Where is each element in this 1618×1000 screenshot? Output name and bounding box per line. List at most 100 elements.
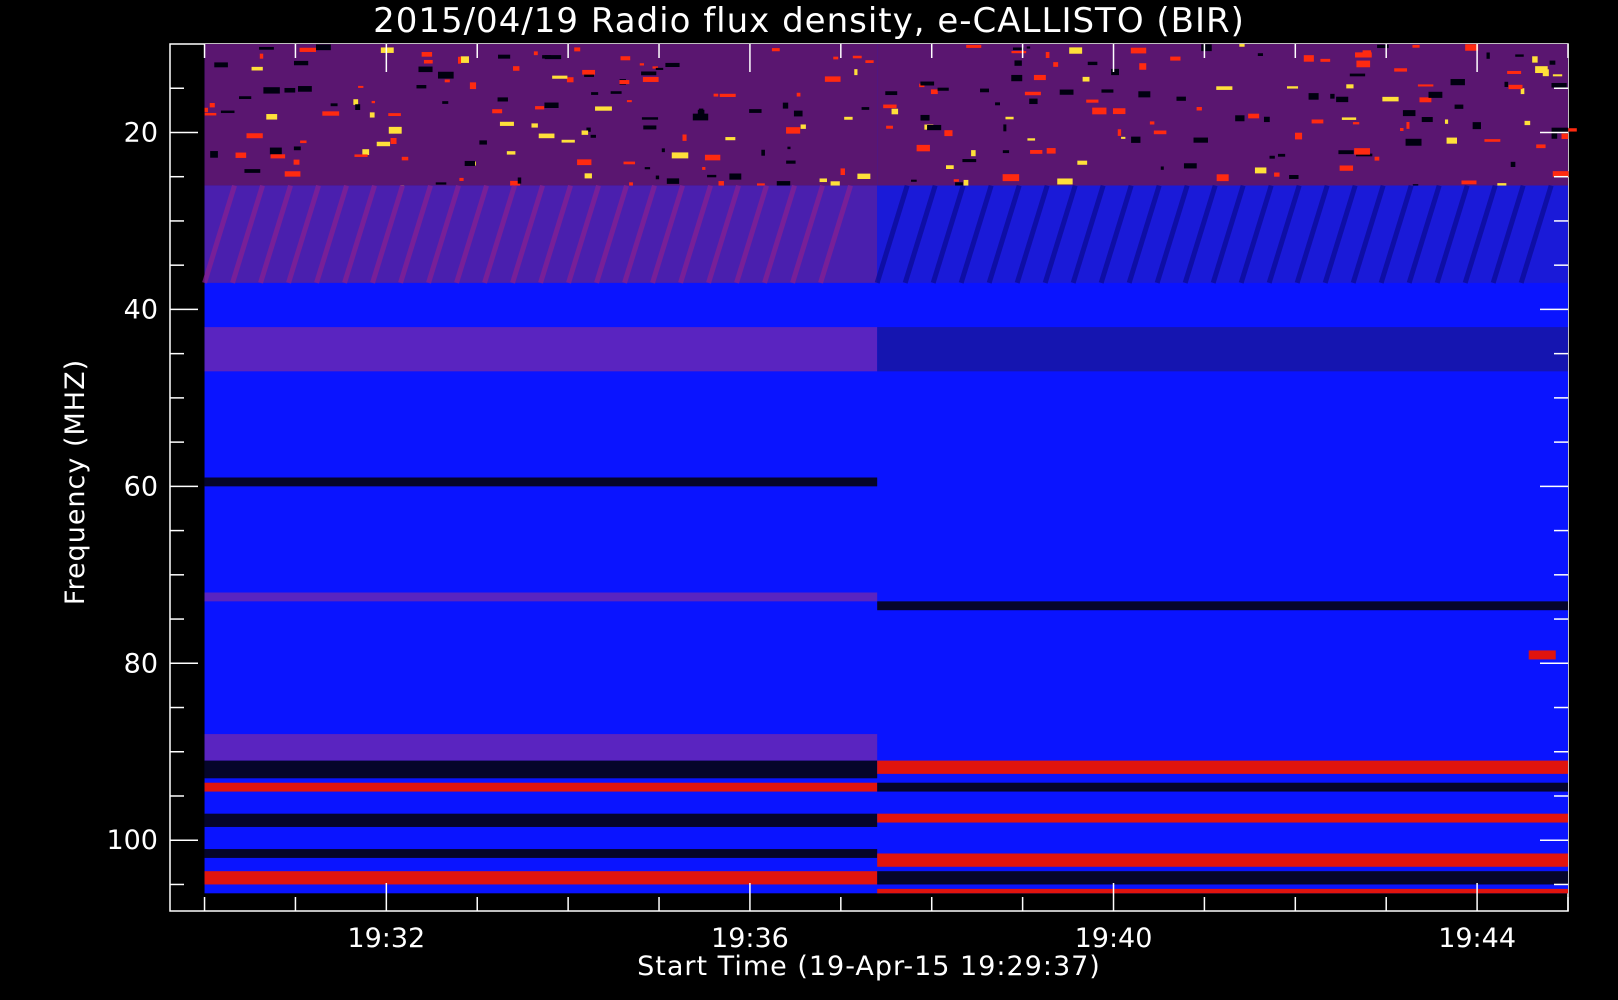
heatmap-burst — [369, 112, 375, 118]
heatmap-burst — [1352, 122, 1360, 125]
heatmap-burst — [911, 179, 917, 182]
heatmap-burst — [1400, 127, 1404, 131]
heatmap-burst — [284, 171, 301, 177]
heatmap-burst — [506, 151, 516, 155]
heatmap-band — [877, 888, 1568, 894]
heatmap-burst — [1149, 121, 1155, 125]
heatmap-burst — [1086, 99, 1099, 103]
heatmap-burst — [1117, 129, 1122, 136]
heatmap-burst — [293, 146, 301, 151]
heatmap-burst — [388, 113, 401, 117]
heatmap-burst — [1193, 137, 1208, 143]
heatmap-band — [204, 592, 878, 602]
heatmap-burst — [214, 62, 228, 68]
heatmap-burst — [1257, 53, 1263, 57]
heatmap-burst — [479, 140, 487, 145]
heatmap-burst — [577, 159, 592, 166]
heatmap-burst — [1101, 89, 1114, 93]
heatmap-burst — [581, 130, 589, 135]
heatmap-burst — [1196, 107, 1202, 111]
heatmap-burst — [210, 151, 218, 158]
heatmap-burst — [1419, 97, 1432, 103]
heatmap-burst — [1405, 138, 1422, 146]
heatmap-burst — [469, 82, 477, 90]
heatmap-band — [877, 871, 1568, 885]
heatmap-burst — [595, 106, 612, 111]
heatmap-burst — [220, 110, 235, 114]
heatmap-burst — [1504, 81, 1509, 87]
heatmap-burst — [1551, 82, 1567, 88]
heatmap-burst — [852, 55, 862, 59]
heatmap-burst — [953, 179, 959, 182]
heatmap-burst — [1005, 116, 1014, 120]
heatmap-burst — [1406, 122, 1410, 129]
heatmap-burst — [1235, 115, 1245, 122]
heatmap-spot — [1528, 650, 1556, 660]
heatmap-burst — [643, 125, 657, 130]
heatmap-burst — [725, 137, 736, 141]
heatmap-burst — [460, 56, 469, 63]
heatmap-burst — [920, 114, 930, 121]
heatmap-burst — [610, 91, 622, 94]
heatmap-burst — [246, 133, 263, 139]
heatmap-band — [204, 782, 878, 792]
heatmap-burst — [840, 168, 845, 176]
heatmap-burst — [204, 112, 217, 116]
heatmap-band — [204, 734, 878, 761]
heatmap-burst — [682, 134, 687, 141]
heatmap-burst — [582, 69, 596, 75]
heatmap-burst — [771, 48, 780, 52]
heatmap-burst — [1014, 60, 1022, 66]
heatmap-burst — [1029, 98, 1038, 105]
heatmap-burst — [1465, 44, 1479, 51]
heatmap-burst — [1356, 60, 1371, 68]
heatmap-burst — [865, 60, 874, 63]
heatmap-burst — [354, 154, 368, 157]
heatmap-burst — [1349, 73, 1366, 77]
heatmap-burst — [584, 173, 592, 179]
heatmap-burst — [1011, 74, 1023, 82]
heatmap-burst — [1428, 91, 1443, 98]
heatmap-band — [877, 327, 1568, 372]
heatmap-burst — [1153, 130, 1167, 135]
heatmap-burst — [1303, 55, 1314, 62]
heatmap-burst — [499, 121, 514, 126]
heatmap-burst — [1412, 44, 1420, 48]
heatmap-burst — [782, 102, 789, 109]
heatmap-burst — [1046, 148, 1056, 154]
heatmap-band — [204, 327, 878, 372]
heatmap-burst — [1507, 70, 1522, 74]
heatmap-burst — [1239, 44, 1245, 47]
heatmap-burst — [1003, 124, 1007, 132]
heatmap-burst — [1254, 167, 1267, 174]
heatmap-burst — [916, 144, 930, 152]
heatmap-burst — [284, 87, 296, 93]
heatmap-burst — [885, 91, 898, 96]
heatmap-burst — [388, 126, 402, 134]
heatmap-burst — [330, 103, 338, 107]
heatmap-burst — [786, 127, 801, 134]
heatmap-burst — [1170, 56, 1181, 61]
heatmap-burst — [642, 76, 659, 82]
heatmap-burst — [787, 146, 791, 150]
chart-title: 2015/04/19 Radio flux density, e-CALLIST… — [373, 1, 1245, 41]
heatmap-burst — [1183, 163, 1197, 169]
heatmap-burst — [1160, 166, 1164, 170]
heatmap-burst — [1002, 174, 1020, 182]
heatmap-burst — [1484, 139, 1501, 142]
heatmap-burst — [1382, 96, 1399, 102]
heatmap-burst — [857, 173, 871, 179]
heatmap-burst — [531, 123, 538, 128]
heatmap-burst — [209, 103, 215, 108]
heatmap-burst — [1287, 86, 1299, 89]
heatmap-burst — [623, 161, 636, 165]
x-tick-label: 19:32 — [347, 923, 425, 954]
heatmap-burst — [444, 79, 450, 83]
heatmap-burst — [1450, 78, 1465, 86]
heatmap-image — [202, 44, 1577, 894]
heatmap-burst — [1138, 91, 1151, 98]
heatmap-burst — [239, 96, 252, 100]
heatmap-burst — [626, 100, 632, 103]
heatmap-burst — [1552, 74, 1563, 77]
heatmap-burst — [1320, 58, 1331, 62]
